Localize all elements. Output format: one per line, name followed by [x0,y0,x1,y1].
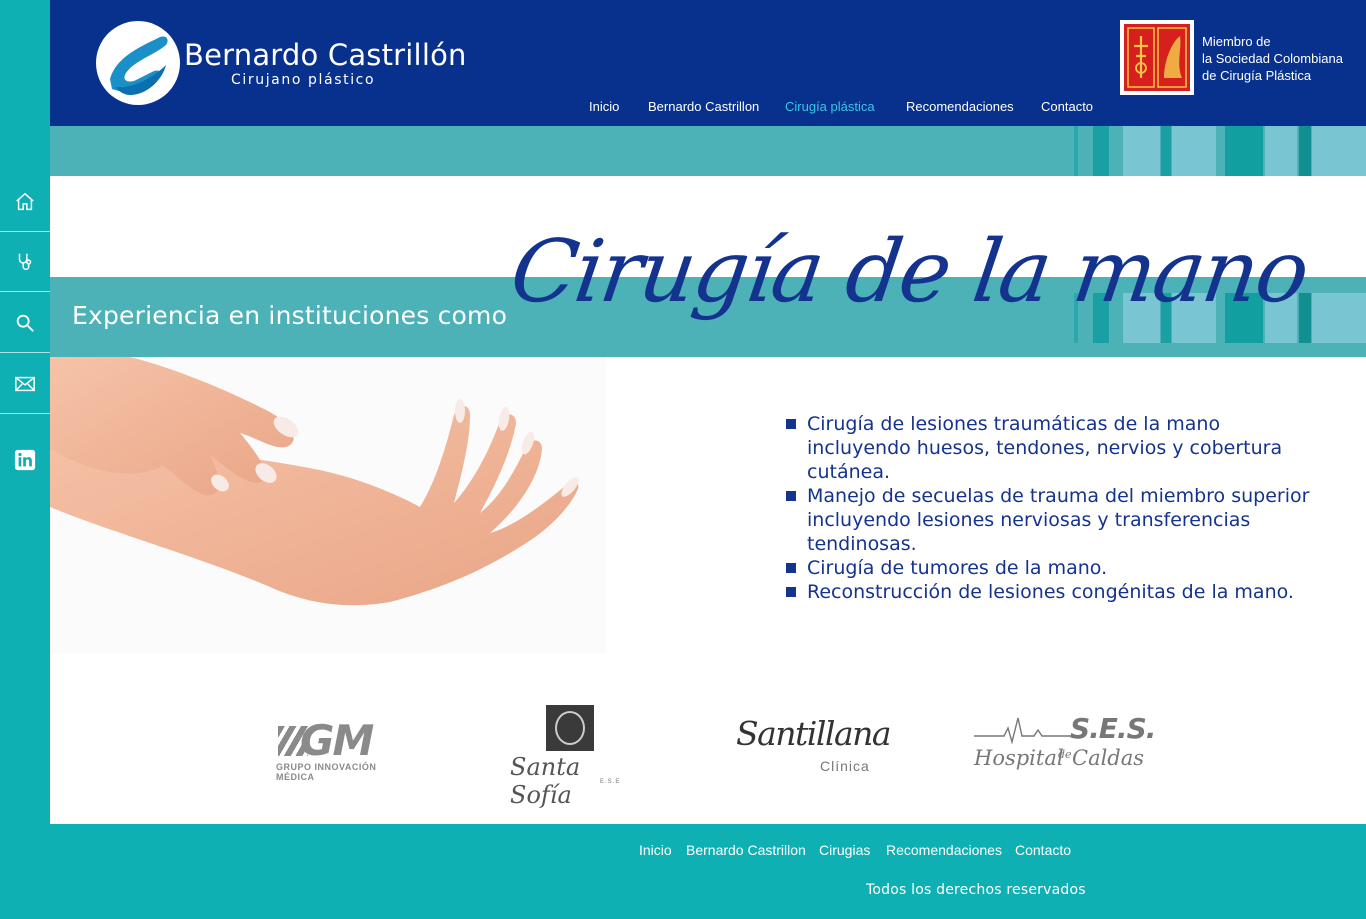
santillana-caption: Clínica [820,758,870,774]
nav-recomendaciones[interactable]: Recomendaciones [906,99,1014,114]
home-button[interactable] [0,172,50,232]
footer-link-inicio[interactable]: Inicio [639,842,672,858]
gm-caption: GRUPO INNOVACIÓN MÉDICA [276,762,377,782]
nav-inicio[interactable]: Inicio [589,99,619,114]
footer-link-cirugias[interactable]: Cirugias [819,842,870,858]
hands-illustration-icon [50,357,606,653]
mail-icon [15,376,35,391]
nav-bernardo-castrillon[interactable]: Bernardo Castrillon [648,99,759,114]
copyright-text: Todos los derechos reservados [866,882,1086,898]
nav-cirugia-plastica[interactable]: Cirugía plástica [785,99,875,114]
ses-mark: S.E.S. [1070,712,1156,745]
sidebar [0,0,50,919]
mail-button[interactable] [0,354,50,414]
search-icon [16,314,34,332]
linkedin-button[interactable] [0,430,50,490]
society-line-1: Miembro de [1202,34,1271,49]
santa-sofia-caption: E.S.E [600,779,621,785]
footer: Inicio Bernardo Castrillon Cirugias Reco… [50,824,1366,919]
header: Bernardo Castrillón Cirujano plástico In… [50,0,1366,126]
decorative-band-top [50,126,1366,176]
experience-text: Experiencia en instituciones como [72,301,508,330]
partner-logo-santa-sofia: Santa Sofía E.S.E [508,705,638,809]
gm-mark: GM [300,716,374,765]
society-line-3: de Cirugía Plástica [1202,68,1312,83]
home-icon [16,192,34,210]
page-title: Cirugía de la mano [504,222,1314,322]
society-membership: Miembro de la Sociedad Colombiana de Cir… [1202,33,1343,84]
logo[interactable] [96,21,180,105]
society-line-2: la Sociedad Colombiana [1202,51,1343,66]
nav-contacto[interactable]: Contacto [1041,99,1093,114]
ses-caldas: Caldas [1072,746,1145,770]
stethoscope-icon [18,253,32,270]
partner-logo-santillana: Santillana Clínica [736,708,892,778]
procedure-item: Cirugía de tumores de la mano. [786,556,1326,580]
procedure-item: Cirugía de lesiones traumáticas de la ma… [786,412,1326,484]
brand-subtitle: Cirujano plástico [231,72,376,88]
heartbeat-icon [974,717,1074,744]
footer-link-recomendaciones[interactable]: Recomendaciones [886,842,1002,858]
partner-logo-gm: GM GRUPO INNOVACIÓN MÉDICA [274,716,410,782]
footer-link-contacto[interactable]: Contacto [1015,842,1071,858]
hands-image [50,357,606,653]
ses-hospital: Hospital [974,746,1064,770]
partner-logo-ses: S.E.S. Hospital de Caldas [974,712,1156,778]
society-emblem-icon [1127,27,1187,88]
ses-de: de [1058,748,1072,761]
procedure-item: Reconstrucción de lesiones congénitas de… [786,580,1326,604]
search-button[interactable] [0,293,50,353]
logo-swirl-icon [110,36,168,95]
stethoscope-button[interactable] [0,232,50,292]
society-seal [1120,20,1194,95]
footer-link-bernardo-castrillon[interactable]: Bernardo Castrillon [686,842,806,858]
procedures-list: Cirugía de lesiones traumáticas de la ma… [786,412,1326,604]
santillana-name: Santillana [736,714,892,753]
brand-name: Bernardo Castrillón [184,38,467,72]
linkedin-icon [14,449,36,471]
procedure-item: Manejo de secuelas de trauma del miembro… [786,484,1326,556]
